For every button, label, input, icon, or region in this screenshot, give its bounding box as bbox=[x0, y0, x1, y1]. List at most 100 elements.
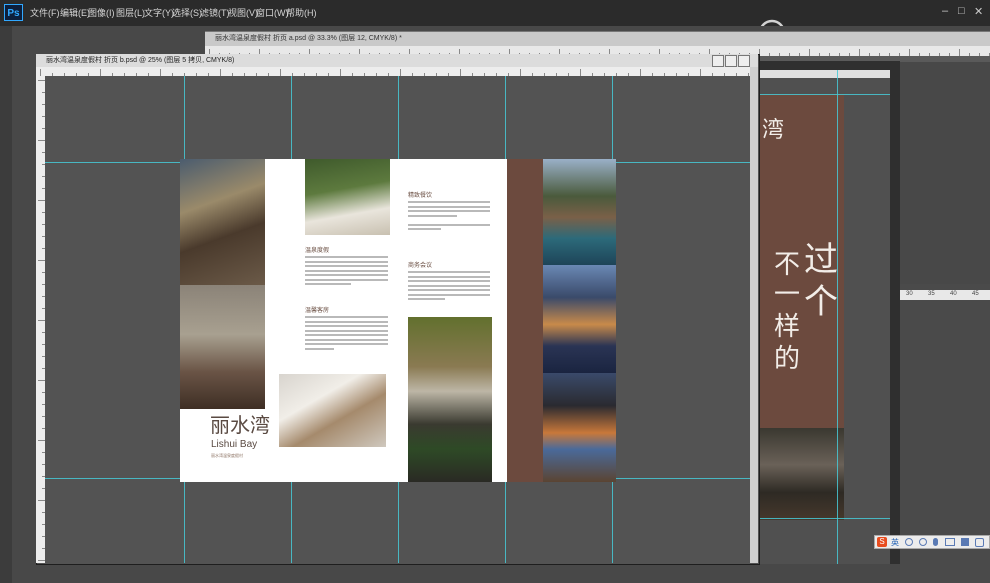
ime-language[interactable]: 英 bbox=[891, 537, 899, 548]
ruler-tick bbox=[400, 69, 401, 76]
ruler-tick bbox=[38, 560, 45, 561]
keyboard-icon[interactable] bbox=[945, 538, 955, 546]
ruler-tick bbox=[949, 53, 950, 56]
ruler-label: 40 bbox=[950, 291, 957, 297]
ruler-tick bbox=[700, 69, 701, 76]
section-heading: 温泉度假 bbox=[305, 248, 330, 254]
ruler-tick bbox=[38, 140, 45, 141]
document-a-title[interactable]: 丽水湾温泉度假村 折页 a.psd @ 33.3% (图层 12, CMYK/8… bbox=[205, 32, 990, 46]
guide-line[interactable] bbox=[760, 94, 890, 95]
toolbox-icon[interactable] bbox=[975, 538, 984, 547]
ruler-tick bbox=[220, 69, 221, 76]
pool-villa-photo bbox=[543, 159, 616, 265]
ruler-tick bbox=[38, 320, 45, 321]
menu-edit[interactable]: 编辑(E) bbox=[60, 6, 90, 19]
menu-type[interactable]: 文字(Y) bbox=[144, 6, 174, 19]
doc-minimize-icon[interactable] bbox=[712, 55, 724, 67]
section-body bbox=[408, 201, 490, 233]
punctuation-icon[interactable] bbox=[905, 538, 913, 546]
horizontal-ruler[interactable] bbox=[36, 67, 758, 76]
banner-photo bbox=[760, 428, 844, 520]
menu-window[interactable]: 窗口(W) bbox=[256, 6, 289, 19]
ruler-label: 45 bbox=[972, 291, 979, 297]
lounge-photo bbox=[305, 159, 390, 235]
villa-dusk-photo bbox=[543, 265, 616, 373]
ruler-tick bbox=[280, 69, 281, 76]
menu-view[interactable]: 视图(V) bbox=[228, 6, 258, 19]
guide-line[interactable] bbox=[837, 70, 838, 564]
ruler-tick bbox=[38, 200, 45, 201]
photoshop-logo-icon[interactable]: Ps bbox=[4, 4, 23, 21]
far-right-ruler: 30 35 40 45 bbox=[900, 290, 990, 300]
ruler-tick bbox=[769, 53, 770, 56]
ruler-tick bbox=[520, 69, 521, 76]
ruler-tick bbox=[340, 69, 341, 76]
ruler-tick bbox=[969, 53, 970, 56]
ruler-tick bbox=[899, 53, 900, 56]
ruler-tick bbox=[909, 49, 910, 56]
tools-strip bbox=[0, 26, 12, 583]
ruler-label: 35 bbox=[928, 291, 935, 297]
ruler-tick bbox=[38, 260, 45, 261]
banner-char: 湾 bbox=[762, 118, 785, 143]
guest-room-photo bbox=[279, 374, 386, 447]
ruler-tick bbox=[799, 53, 800, 56]
ruler-tick bbox=[879, 53, 880, 56]
ruler-tick bbox=[829, 53, 830, 56]
banner-char: 个 bbox=[804, 282, 838, 322]
ruler-tick bbox=[869, 53, 870, 56]
doc-maximize-icon[interactable] bbox=[725, 55, 737, 67]
hotel-interior-photo bbox=[180, 159, 265, 285]
maximize-icon[interactable]: □ bbox=[958, 5, 965, 17]
close-icon[interactable]: ✕ bbox=[974, 5, 983, 18]
ruler-tick bbox=[929, 53, 930, 56]
ruler-tick bbox=[38, 380, 45, 381]
brand-tagline: 丽水湾温泉度假村 bbox=[211, 453, 243, 458]
vertical-ruler[interactable] bbox=[36, 76, 45, 563]
bathroom-photo bbox=[180, 285, 265, 409]
menu-layer[interactable]: 图层(L) bbox=[116, 6, 145, 19]
ruler-tick bbox=[979, 53, 980, 56]
brochure-artboard[interactable]: 丽水湾 Lishui Bay 丽水湾温泉度假村 温泉度假 温馨客房 精致餐饮 商… bbox=[180, 159, 616, 482]
ruler-tick bbox=[38, 440, 45, 441]
ruler-tick bbox=[38, 500, 45, 501]
menu-select[interactable]: 选择(S) bbox=[172, 6, 202, 19]
ruler-tick bbox=[779, 53, 780, 56]
section-body bbox=[305, 256, 388, 288]
menu-filter[interactable]: 滤镜(T) bbox=[200, 6, 230, 19]
menu-file[interactable]: 文件(F) bbox=[30, 6, 60, 19]
ime-toolbar[interactable]: S 英 bbox=[874, 535, 990, 549]
guide-line[interactable] bbox=[760, 518, 890, 519]
sogou-logo-icon[interactable]: S bbox=[877, 537, 887, 547]
document-b-title[interactable]: 丽水湾温泉度假村 折页 b.psd @ 25% (图层 5 拷贝, CMYK/8… bbox=[36, 54, 758, 67]
ruler-tick bbox=[460, 69, 461, 76]
ruler-tick bbox=[939, 53, 940, 56]
section-body bbox=[408, 271, 490, 303]
ruler-tick bbox=[640, 69, 641, 76]
menu-help[interactable]: 帮助(H) bbox=[286, 6, 317, 19]
ruler-tick bbox=[789, 53, 790, 56]
ruler-tick bbox=[809, 49, 810, 56]
ruler-tick bbox=[839, 53, 840, 56]
ruler-tick bbox=[40, 69, 41, 76]
skin-icon[interactable] bbox=[961, 538, 969, 546]
banner-char: 的 bbox=[774, 344, 801, 374]
menu-image[interactable]: 图像(I) bbox=[88, 6, 115, 19]
microphone-icon[interactable] bbox=[933, 538, 938, 546]
ruler-label: 30 bbox=[906, 291, 913, 297]
ruler-tick bbox=[100, 69, 101, 76]
brown-spine-panel bbox=[507, 159, 544, 482]
section-heading: 商务会议 bbox=[408, 263, 433, 269]
minimize-icon[interactable]: – bbox=[942, 5, 948, 17]
ruler-tick bbox=[849, 53, 850, 56]
vertical-scrollbar[interactable] bbox=[750, 67, 758, 563]
ruler-tick bbox=[160, 69, 161, 76]
hot-tub-photo bbox=[543, 373, 616, 482]
doc-close-icon[interactable] bbox=[738, 55, 750, 67]
section-heading: 温馨客房 bbox=[305, 308, 330, 314]
ruler-tick bbox=[38, 80, 45, 81]
brand-logo-en: Lishui Bay bbox=[211, 439, 258, 450]
section-heading: 精致餐饮 bbox=[408, 193, 433, 199]
section-body bbox=[305, 316, 388, 352]
emoji-icon[interactable] bbox=[919, 538, 927, 546]
